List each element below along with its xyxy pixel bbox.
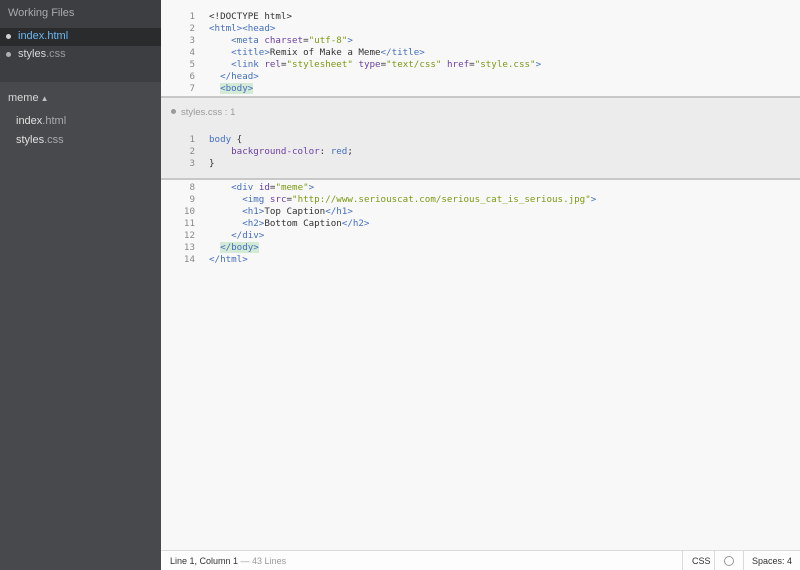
status-bar: Line 1, Column 1 — 43 Lines CSS Spaces: … xyxy=(161,550,800,570)
status-divider xyxy=(682,551,683,570)
code-line[interactable]: 1 body { xyxy=(161,134,800,146)
indent-spaces-setting[interactable]: Spaces: 4 xyxy=(752,556,792,566)
code-line[interactable]: 5 <link rel="stylesheet" type="text/css"… xyxy=(161,59,800,71)
code-line[interactable]: 7 <body> xyxy=(161,83,800,95)
working-files-panel: Working Files index.html styles.css xyxy=(0,0,168,82)
code-editor[interactable]: 1 <!DOCTYPE html> 2 <html><head> 3 <meta c… xyxy=(161,0,800,550)
file-dot-icon xyxy=(171,108,176,114)
inline-editor-header[interactable]: styles.css : 1 xyxy=(171,107,235,118)
working-file-index-html[interactable]: index.html xyxy=(0,28,168,46)
code-line[interactable]: 11 <h2>Bottom Caption</h2> xyxy=(161,218,800,230)
code-line[interactable]: 4 <title>Remix of Make a Meme</title> xyxy=(161,47,800,59)
code-line[interactable]: 14 </html> xyxy=(161,254,800,266)
file-dot-icon[interactable] xyxy=(6,34,11,39)
code-line[interactable]: 3 <meta charset="utf-8"> xyxy=(161,35,800,47)
code-line[interactable]: 2 background-color: red; xyxy=(161,146,800,158)
code-line[interactable]: 2 <html><head> xyxy=(161,23,800,35)
status-divider xyxy=(714,551,715,570)
working-files-title: Working Files xyxy=(8,7,75,19)
circle-icon[interactable] xyxy=(724,556,734,566)
language-selector[interactable]: CSS xyxy=(692,556,711,566)
code-line[interactable]: 3} xyxy=(161,158,800,170)
inline-css-editor[interactable]: styles.css : 1 1 body { 2 background-colo… xyxy=(161,96,800,180)
code-line[interactable]: 9 <img src="http://www.seriouscat.com/se… xyxy=(161,194,800,206)
file-dot-icon[interactable] xyxy=(6,52,11,57)
tree-item-index-html[interactable]: index.html xyxy=(16,115,66,127)
code-line[interactable]: 1 <!DOCTYPE html> xyxy=(161,11,800,23)
status-divider xyxy=(743,551,744,570)
code-line[interactable]: 8 <div id="meme"> xyxy=(161,182,800,194)
tree-item-styles-css[interactable]: styles.css xyxy=(16,134,64,146)
code-line[interactable]: 10 <h1>Top Caption</h1> xyxy=(161,206,800,218)
working-file-styles-css[interactable]: styles.css xyxy=(0,46,161,64)
working-file-label: index.html xyxy=(18,30,69,42)
code-line[interactable]: 12 </div> xyxy=(161,230,800,242)
cursor-position: Line 1, Column 1 — 43 Lines xyxy=(170,556,287,566)
project-title[interactable]: meme ▲︎ xyxy=(8,92,48,104)
updown-icon[interactable]: ▲︎ xyxy=(41,94,49,103)
code-line[interactable]: 13 </body> xyxy=(161,242,800,254)
sidebar: Working Files index.html styles.css meme… xyxy=(0,0,168,570)
code-line[interactable]: 6 </head> xyxy=(161,71,800,83)
working-file-label: styles.css xyxy=(18,48,66,60)
